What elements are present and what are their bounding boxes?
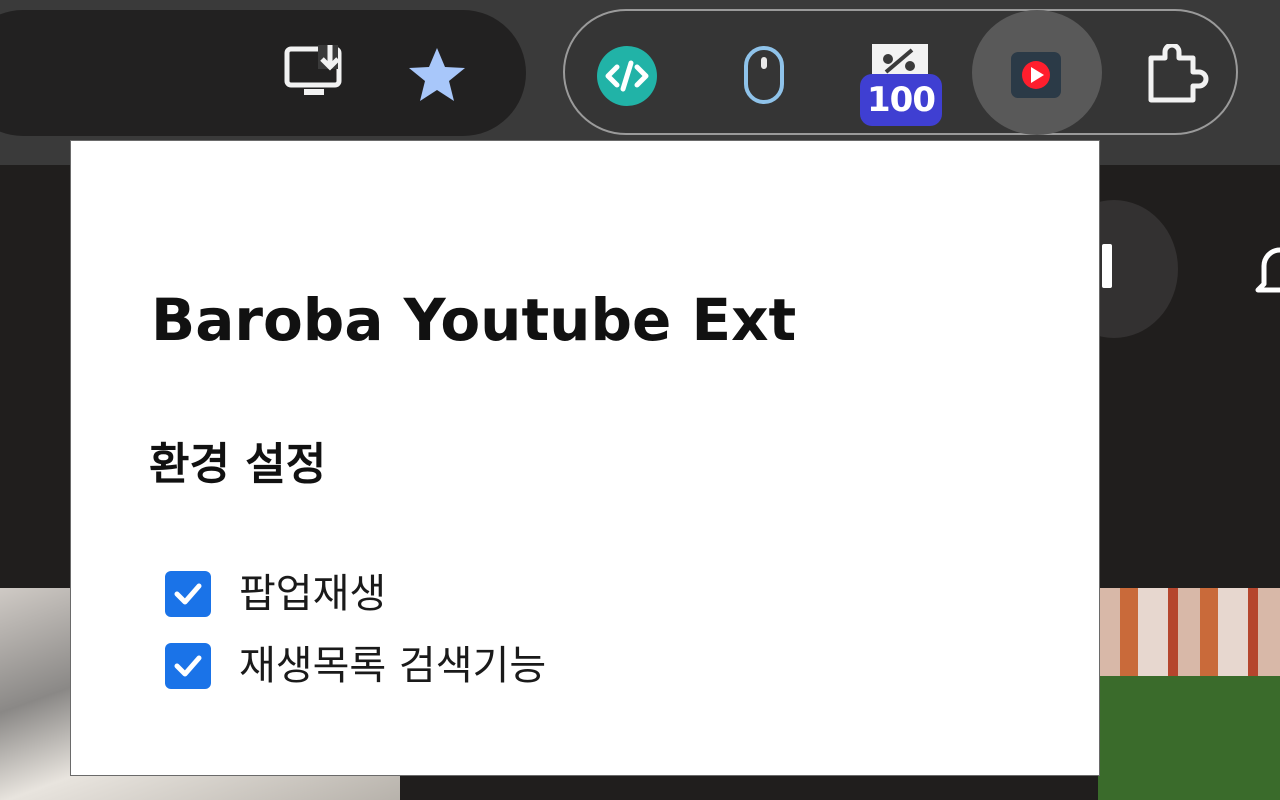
settings-heading: 환경 설정 — [149, 439, 327, 490]
playlist-search-label: 재생목록 검색기능 — [239, 643, 547, 689]
thumbnail-field — [1098, 676, 1280, 800]
puzzle-extensions-icon[interactable] — [1140, 44, 1210, 106]
popup-play-checkbox[interactable] — [165, 571, 211, 617]
bell-icon[interactable] — [1250, 236, 1280, 300]
code-extension-icon[interactable] — [595, 44, 659, 108]
popup-play-option[interactable]: 팝업재생 — [165, 571, 386, 617]
playlist-search-checkbox[interactable] — [165, 643, 211, 689]
extension-badge: 100 — [860, 74, 942, 126]
percent-extension-icon[interactable] — [868, 42, 932, 76]
extension-popup: Baroba Youtube Ext 환경 설정 팝업재생 재생목록 검색기능 — [70, 140, 1100, 776]
popup-title: Baroba Youtube Ext — [151, 286, 797, 354]
youtube-create-icon — [1102, 244, 1112, 288]
video-thumbnail[interactable] — [1098, 588, 1280, 800]
mouse-extension-icon[interactable] — [740, 44, 788, 106]
playlist-search-option[interactable]: 재생목록 검색기능 — [165, 643, 546, 689]
popup-play-label: 팝업재생 — [239, 571, 387, 617]
youtube-ext-icon[interactable] — [1006, 48, 1066, 102]
thumbnail-crowd — [1098, 588, 1280, 678]
bookmark-star-icon[interactable] — [404, 44, 470, 106]
install-app-icon[interactable] — [280, 42, 350, 102]
